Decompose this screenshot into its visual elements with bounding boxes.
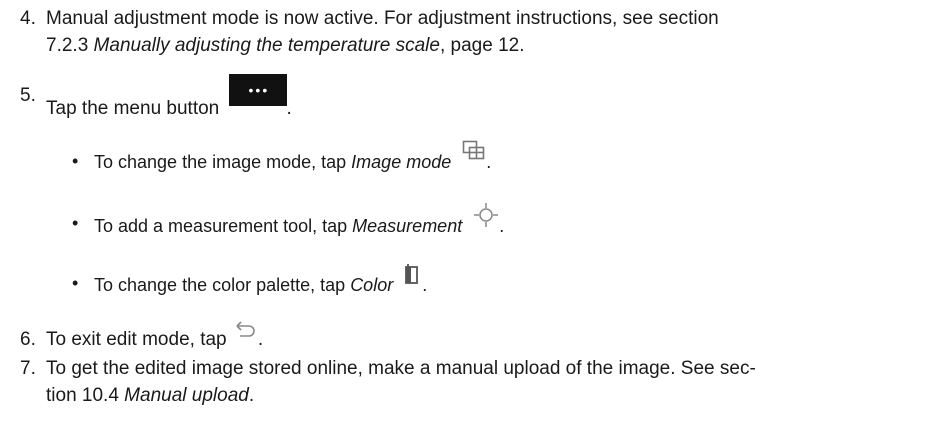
bullet-term: Measurement (352, 215, 463, 236)
measurement-icon (473, 202, 499, 236)
section-reference: Manual upload (124, 385, 249, 406)
bullet-text: To change the image mode, tap Image mode… (94, 140, 492, 178)
image-mode-icon (462, 140, 486, 170)
bullet-dot: • (72, 273, 79, 293)
step-text-period: . (286, 98, 292, 119)
section-reference: Manually adjusting the temperature scale (93, 35, 440, 56)
bullet-text: To change the color palette, tap Color . (94, 264, 428, 302)
bullet-dot: • (72, 213, 79, 233)
step-number: 6. (20, 329, 36, 350)
page-reference: , page 12. (439, 35, 525, 56)
menu-dots: ••• (248, 82, 270, 98)
step-number: 5. (20, 85, 36, 106)
bullet-dot: • (72, 151, 79, 171)
back-arrow-icon (234, 320, 258, 348)
step-text: Tap the menu button •••. (46, 74, 940, 122)
step-number: 7. (20, 358, 36, 379)
step-text: To exit edit mode, tap . (46, 321, 940, 354)
step-text: Manual adjustment mode is now active. Fo… (46, 5, 940, 59)
bullet-text-body: To add a measurement tool, tap (94, 215, 353, 236)
step-number: 4. (20, 8, 36, 29)
bullet-text-body: To change the color palette, tap (94, 274, 351, 295)
menu-button-icon: ••• (228, 74, 287, 106)
color-palette-icon (404, 263, 422, 295)
step-text-line1: To get the edited image stored online, m… (46, 358, 756, 379)
step-text-period: . (257, 329, 264, 351)
step-text-line2-pre: 7.2.3 (46, 35, 94, 56)
bullet-text-body: To change the image mode, tap (94, 151, 352, 172)
bullet-term: Image mode (351, 151, 452, 172)
step-text-line1: Manual adjustment mode is now active. Fo… (46, 8, 719, 29)
bullet-period: . (499, 215, 505, 236)
bullet-term: Color (350, 274, 394, 295)
bullet-period: . (422, 274, 428, 295)
bullet-text: To add a measurement tool, tap Measureme… (94, 203, 505, 244)
step-text-period: . (248, 385, 255, 406)
step-text-body: Tap the menu button (46, 98, 220, 119)
step-text-body: To exit edit mode, tap (46, 329, 227, 351)
step-text: To get the edited image stored online, m… (46, 355, 940, 409)
bullet-period: . (486, 151, 492, 172)
step-text-line2-pre: tion 10.4 (46, 385, 125, 406)
